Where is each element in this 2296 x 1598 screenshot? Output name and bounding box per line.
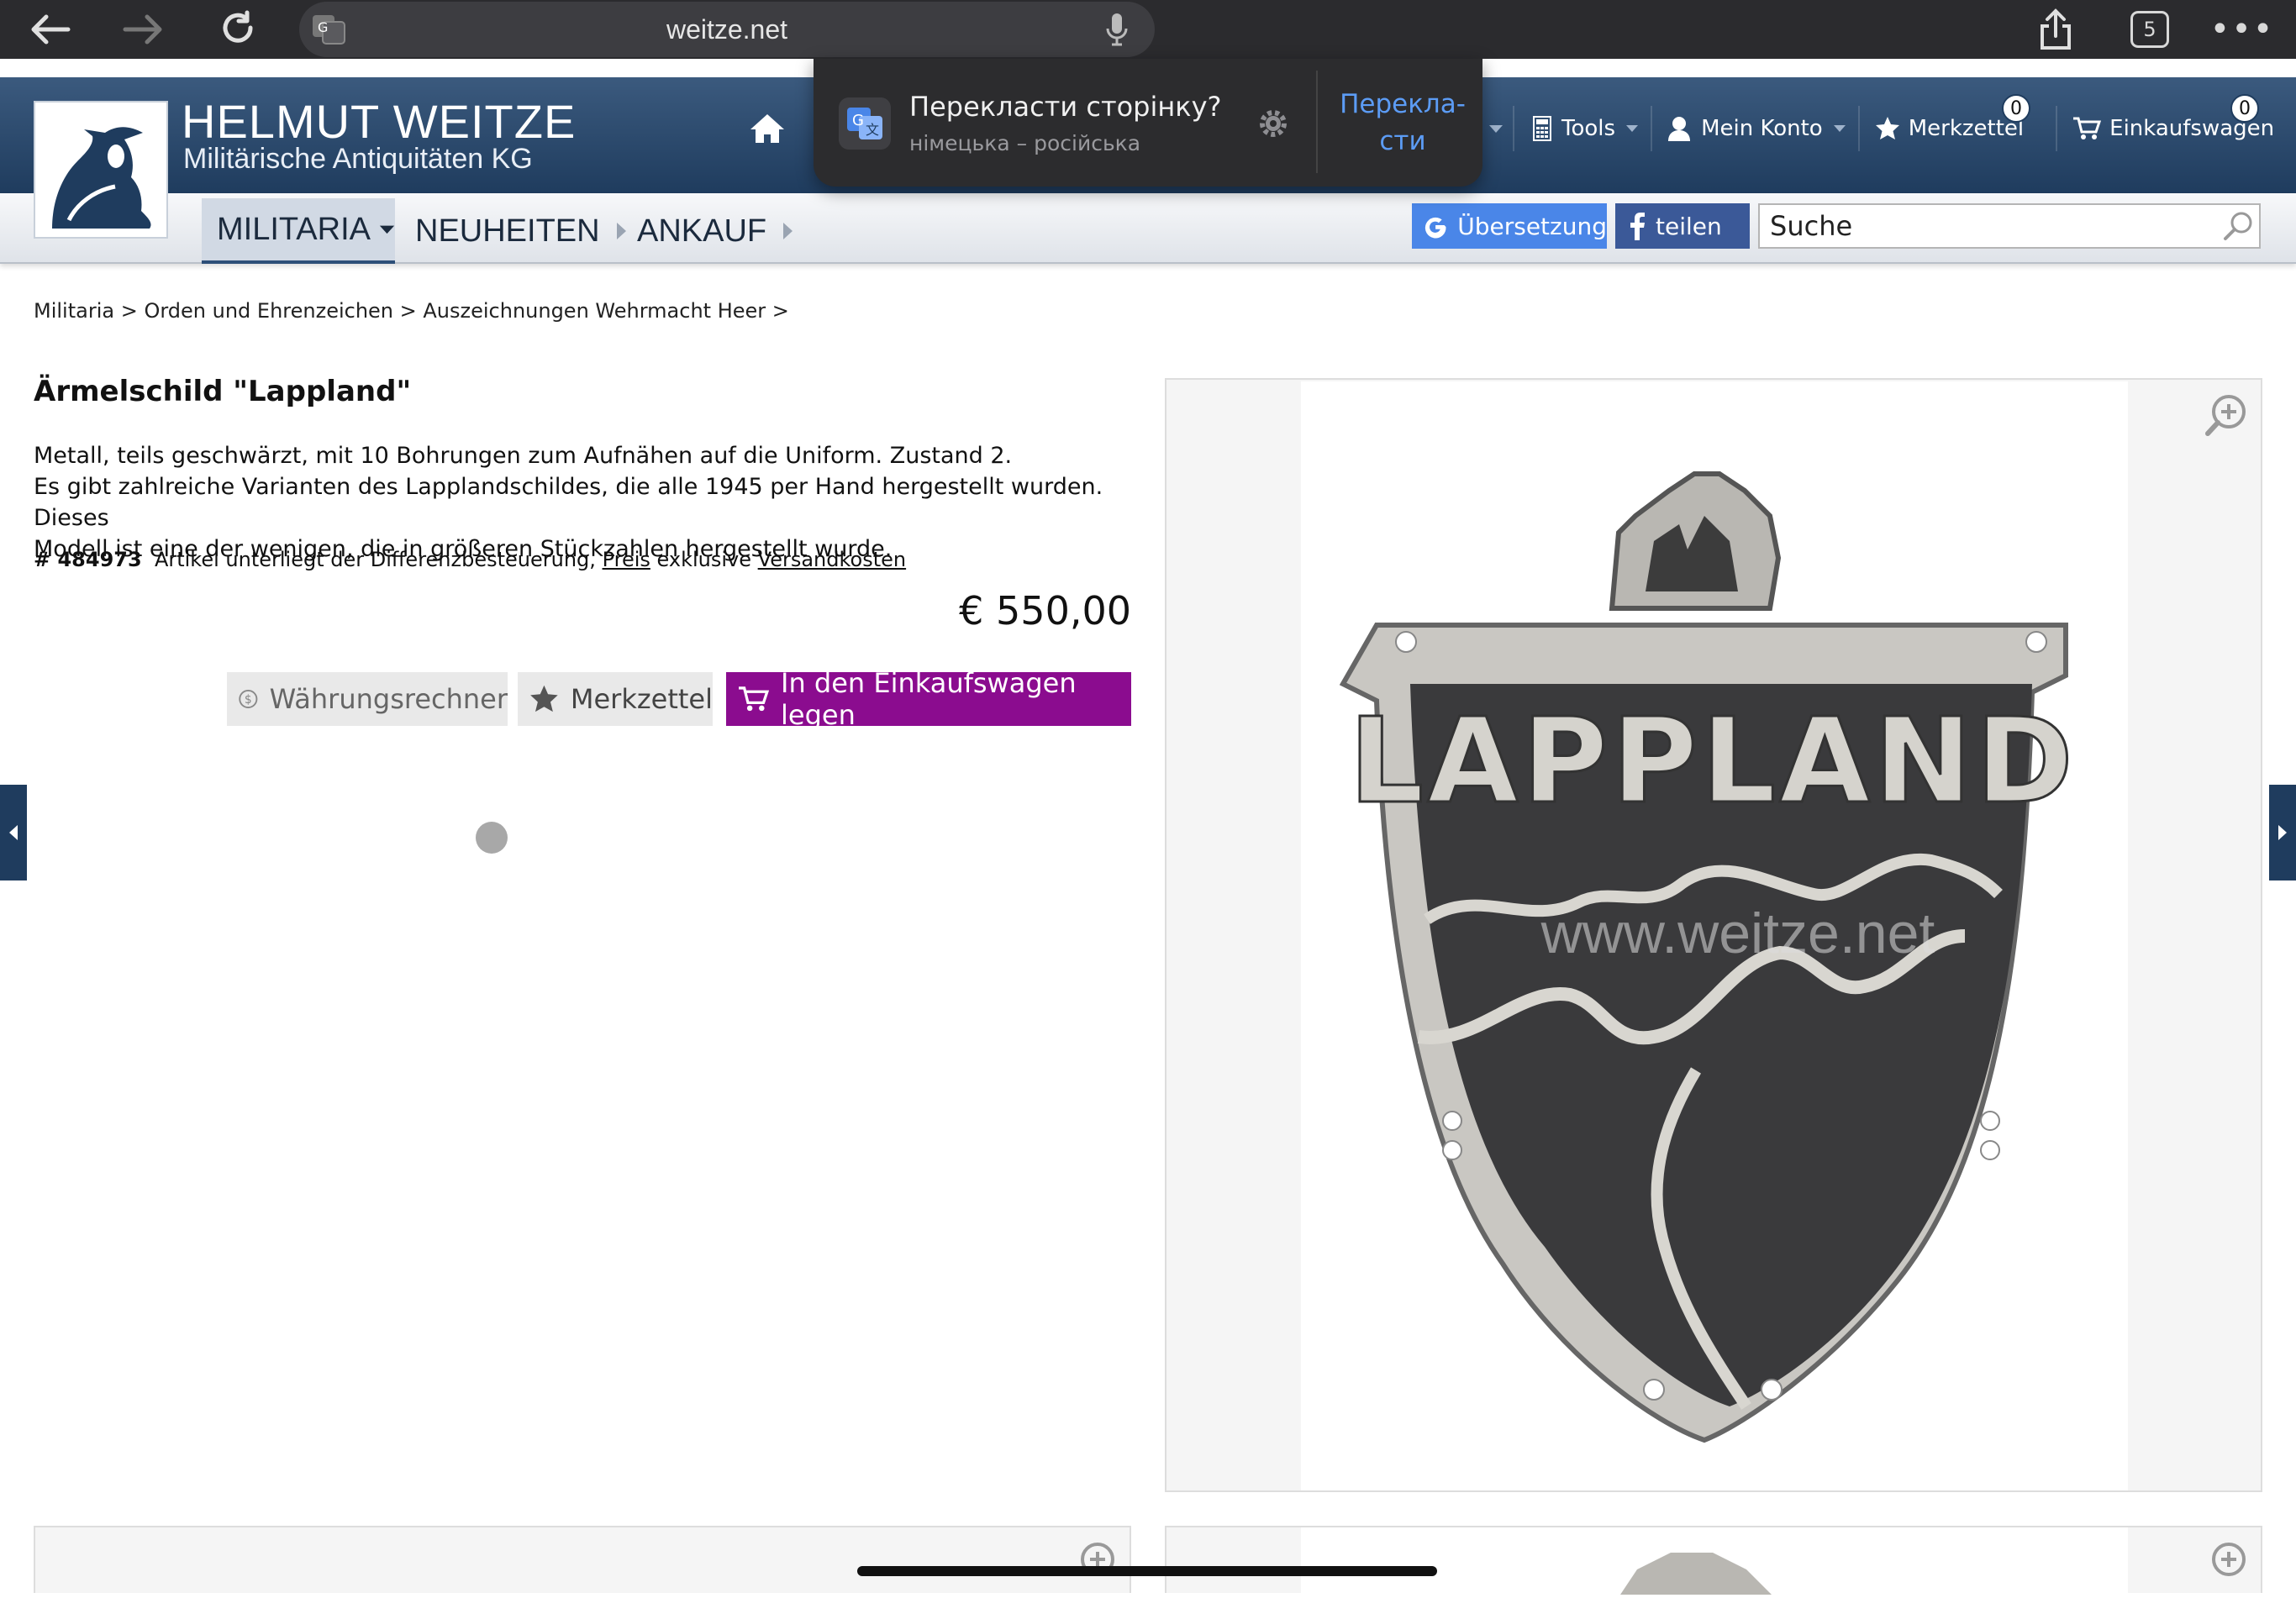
zoom-in-icon[interactable] xyxy=(1072,1541,1118,1590)
svg-text:文: 文 xyxy=(866,122,879,138)
product-image-frame[interactable]: LAPPLAND www.weitze.net xyxy=(1165,378,2262,1492)
facebook-share-button[interactable]: teilen xyxy=(1615,203,1750,249)
chevron-down-icon xyxy=(1833,125,1846,132)
dropdown-caret[interactable] xyxy=(1488,106,1504,151)
previous-item-arrow[interactable] xyxy=(0,785,27,880)
translate-button[interactable]: Übersetzung xyxy=(1412,203,1607,249)
back-arrow-icon[interactable] xyxy=(25,7,76,52)
home-button[interactable] xyxy=(748,106,787,151)
tabs-button[interactable]: 5 xyxy=(2126,7,2173,52)
chevron-right-icon xyxy=(2278,825,2287,840)
next-item-arrow[interactable] xyxy=(2269,785,2296,880)
home-icon xyxy=(750,114,784,143)
currency-converter-button[interactable]: $ Währungsrechner xyxy=(227,672,508,726)
product-image[interactable]: LAPPLAND www.weitze.net xyxy=(1301,381,2128,1490)
translate-page-popup: G文 Перекласти сторінку? німецька – росій… xyxy=(814,59,1482,187)
product-description: Metall, teils geschwärzt, mit 10 Bohrung… xyxy=(34,440,1126,565)
secondary-image-frame[interactable] xyxy=(1165,1526,2262,1595)
translate-popup-languages: німецька – російська xyxy=(909,131,1141,155)
chevron-right-icon xyxy=(783,223,793,239)
desc-line: Metall, teils geschwärzt, mit 10 Bohrung… xyxy=(34,443,1013,469)
star-icon xyxy=(1875,117,1899,139)
cart-icon xyxy=(2073,117,2102,139)
add-to-wishlist-button[interactable]: Merkzettel xyxy=(518,672,713,726)
chevron-down-icon xyxy=(379,225,395,234)
translate-action-button[interactable]: Перекла- сти xyxy=(1323,86,1482,160)
secondary-image-frame[interactable] xyxy=(34,1526,1131,1593)
browser-toolbar: G weitze.net 5 ••• xyxy=(0,0,2296,59)
tax-note: Artikel unterliegt der Differenzbesteuer… xyxy=(154,548,596,571)
excl-label: exklusive xyxy=(656,548,751,571)
tabs-count: 5 xyxy=(2130,11,2169,48)
nav-label: ANKAUF xyxy=(637,213,767,249)
breadcrumb[interactable]: Militaria > Orden und Ehrenzeichen > Aus… xyxy=(34,299,789,323)
shield-inscription: LAPPLAND xyxy=(1349,693,2077,830)
site-logo[interactable] xyxy=(34,101,168,239)
calculator-icon xyxy=(1533,116,1551,141)
top-nav-bar: Tools Mein Konto Merkzettel Einkaufswage… xyxy=(1513,106,2286,151)
account-label: Mein Konto xyxy=(1701,116,1823,141)
zoom-in-icon[interactable] xyxy=(2204,393,2249,442)
cart-button-label: In den Einkaufswagen legen xyxy=(781,667,1077,731)
share-icon[interactable] xyxy=(2032,7,2079,52)
dollar-icon: $ xyxy=(239,689,258,709)
account-menu[interactable]: Mein Konto xyxy=(1652,116,1858,141)
translate-label: Übersetzung xyxy=(1457,212,1607,240)
nav-label: MILITARIA xyxy=(217,211,371,247)
product-title: Ärmelschild "Lappland" xyxy=(34,375,412,408)
cart-count-badge: 0 xyxy=(2230,94,2259,123)
chevron-right-icon xyxy=(616,223,626,239)
tools-label: Tools xyxy=(1561,116,1616,141)
product-price: € 550,00 xyxy=(959,588,1131,633)
brand-subtitle: Militärische Antiquitäten KG xyxy=(183,143,533,175)
add-to-cart-button[interactable]: In den Einkaufswagen legen xyxy=(726,667,1131,731)
translate-action-line2: сти xyxy=(1379,126,1426,156)
facebook-icon xyxy=(1630,213,1645,240)
zoom-in-icon[interactable] xyxy=(2204,1541,2249,1590)
url-text: weitze.net xyxy=(666,13,788,45)
star-icon xyxy=(530,685,558,712)
search-input[interactable] xyxy=(1758,203,2261,249)
search-icon[interactable] xyxy=(2220,207,2257,245)
desc-line: Es gibt zahlreiche Varianten des Lapplan… xyxy=(34,474,1103,531)
nav-item-neuheiten[interactable]: NEUHEITEN xyxy=(415,198,627,264)
svg-text:$: $ xyxy=(245,693,252,707)
chevron-left-icon xyxy=(9,825,18,840)
share-label: teilen xyxy=(1656,212,1722,240)
price-link[interactable]: Preis xyxy=(603,548,650,571)
address-bar[interactable]: G weitze.net xyxy=(299,2,1155,57)
gear-icon[interactable] xyxy=(1254,104,1293,143)
brand-title: HELMUT WEITZE xyxy=(182,95,577,148)
wishlist-count-badge: 0 xyxy=(2002,94,2030,123)
reload-icon[interactable] xyxy=(213,7,264,52)
translate-icon: G文 xyxy=(839,97,891,150)
tools-menu[interactable]: Tools xyxy=(1514,116,1651,141)
translate-popup-title: Перекласти сторінку? xyxy=(909,91,1222,123)
microphone-icon[interactable] xyxy=(1096,7,1138,52)
svg-text:G: G xyxy=(852,112,864,129)
google-icon xyxy=(1424,217,1446,239)
chevron-down-icon xyxy=(1626,125,1639,132)
nav-item-ankauf[interactable]: ANKAUF xyxy=(637,198,793,264)
divider xyxy=(1316,71,1318,173)
secondary-image[interactable] xyxy=(1301,1527,2128,1595)
nav-label: NEUHEITEN xyxy=(415,213,600,249)
wishlist-button-label: Merkzettel xyxy=(570,683,713,715)
wishlist-link[interactable]: Merkzettel xyxy=(1860,116,2056,141)
cart-icon xyxy=(739,686,770,712)
product-meta: # 484973 Artikel unterliegt der Differen… xyxy=(34,548,906,571)
translate-action-line1: Перекла- xyxy=(1340,89,1466,119)
shipping-link[interactable]: Versandkosten xyxy=(758,548,906,571)
currency-label: Währungsrechner xyxy=(269,683,508,715)
watermark: www.weitze.net xyxy=(1540,902,1935,965)
loading-indicator xyxy=(476,822,508,854)
wishlist-label: Merkzettel xyxy=(1908,116,2025,141)
nav-item-militaria[interactable]: MILITARIA xyxy=(202,198,395,264)
product-id: # 484973 xyxy=(34,548,142,571)
more-menu-icon[interactable]: ••• xyxy=(2210,7,2273,52)
user-icon xyxy=(1668,117,1691,141)
home-indicator[interactable] xyxy=(857,1566,1437,1576)
forward-arrow-icon[interactable] xyxy=(118,7,168,52)
